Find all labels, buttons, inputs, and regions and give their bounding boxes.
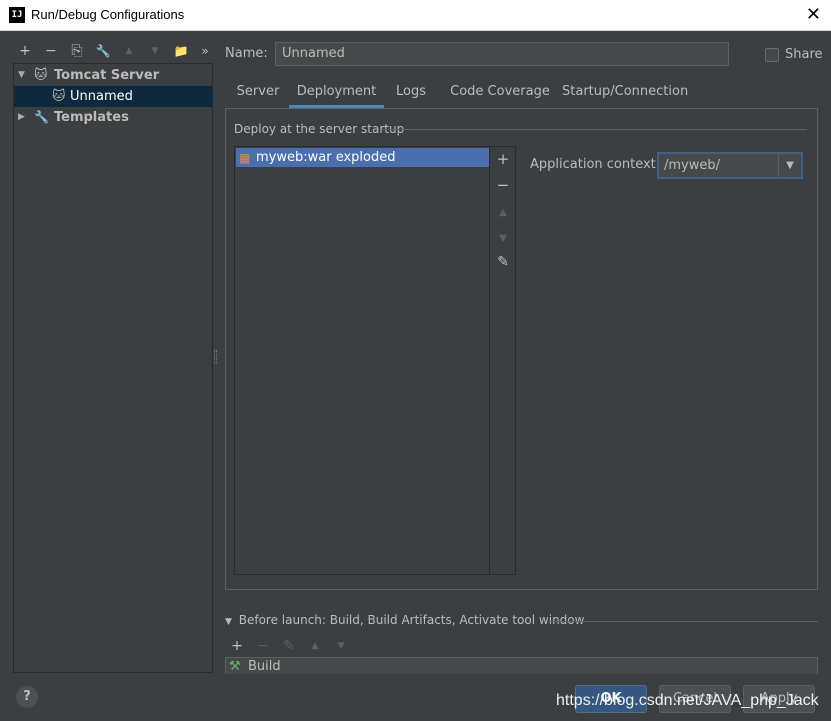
wrench-icon: 🔧 [34,110,49,124]
name-label: Name: [225,46,268,61]
artifact-label: myweb:war exploded [256,150,396,165]
add-icon[interactable]: + [490,150,516,168]
tab-deployment[interactable]: Deployment [289,80,384,108]
share-label: Share [785,47,823,62]
tomcat-icon: 🐱 [34,68,48,83]
build-task-label: Build [248,659,281,674]
move-down-icon[interactable]: ▼ [490,233,516,244]
move-up-icon[interactable]: ▲ [304,635,326,657]
app-context-value[interactable]: /myweb/ [664,158,720,173]
collapse-icon[interactable]: ▼ [225,617,232,627]
artifact-list[interactable]: ▦ myweb:war exploded [234,146,490,575]
config-tabs: Server Deployment Logs Code Coverage Sta… [226,80,818,108]
tab-code-coverage[interactable]: Code Coverage [445,80,555,108]
title-bar: IJ Run/Debug Configurations ✕ [0,0,831,31]
artifact-icon: ▦ [239,151,251,165]
add-configuration-icon[interactable]: + [14,40,36,62]
name-field[interactable]: Unnamed [275,42,729,66]
copy-configuration-icon[interactable]: ⎘ [66,40,88,62]
remove-icon[interactable]: − [490,176,516,194]
before-launch-toolbar: + − ✎ ▲ ▼ [226,635,426,655]
tree-item-label: Templates [54,110,129,125]
wrench-icon[interactable]: 🔧 [92,40,114,62]
app-context-combobox[interactable]: /myweb/ ▼ [657,152,803,179]
edit-icon[interactable]: ✎ [278,635,300,657]
hammer-icon: ⚒ [229,659,241,674]
move-up-icon[interactable]: ▲ [118,40,140,62]
tree-item-unnamed[interactable]: 🐱 Unnamed [14,86,212,107]
configurations-toolbar: + − ⎘ 🔧 ▲ ▼ 📁 » [14,40,214,62]
checkbox-box[interactable] [765,48,779,62]
move-up-icon[interactable]: ▲ [490,207,516,218]
add-icon[interactable]: + [226,635,248,657]
tree-item-label: Unnamed [70,89,133,104]
new-folder-icon[interactable]: 📁 [170,40,192,62]
intellij-icon: IJ [9,7,25,23]
before-launch-header[interactable]: ▼ Before launch: Build, Build Artifacts,… [225,613,584,627]
divider [548,621,818,622]
tomcat-icon: 🐱 [52,89,66,104]
more-icon[interactable]: » [194,40,216,62]
tree-item-label: Tomcat Server [54,68,160,83]
section-title: Deploy at the server startup [234,122,405,136]
expand-icon[interactable]: ▼ [18,65,25,86]
tab-logs[interactable]: Logs [388,80,434,108]
app-context-label: Application context: [530,157,661,172]
remove-icon[interactable]: − [252,635,274,657]
watermark: https://blog.csdn.net/JAVA_php_Jack [556,692,819,709]
edit-icon[interactable]: ✎ [490,254,516,270]
window-title: Run/Debug Configurations [31,7,185,22]
move-down-icon[interactable]: ▼ [330,635,352,657]
splitter-handle[interactable] [214,350,217,364]
chevron-down-icon[interactable]: ▼ [778,154,801,177]
tab-startup-connection[interactable]: Startup/Connection [562,80,688,108]
tree-item-tomcat-server[interactable]: ▼ 🐱 Tomcat Server [14,65,212,86]
list-item[interactable]: ⚒ Build [225,657,818,674]
help-icon[interactable]: ? [16,686,38,708]
list-item[interactable]: ▦ myweb:war exploded [236,148,489,167]
before-launch-title: Before launch: Build, Build Artifacts, A… [238,613,585,627]
artifact-list-toolbar: + − ▲ ▼ ✎ [490,146,516,575]
expand-icon[interactable]: ▶ [18,107,25,128]
tree-item-templates[interactable]: ▶ 🔧 Templates [14,107,212,128]
move-down-icon[interactable]: ▼ [144,40,166,62]
configuration-tree: ▼ 🐱 Tomcat Server 🐱 Unnamed ▶ 🔧 Template… [13,63,213,673]
divider [382,129,807,130]
deployment-panel: Deploy at the server startup ▦ myweb:war… [225,108,818,590]
close-icon[interactable]: ✕ [806,4,821,25]
tab-server[interactable]: Server [230,80,286,108]
remove-configuration-icon[interactable]: − [40,40,62,62]
